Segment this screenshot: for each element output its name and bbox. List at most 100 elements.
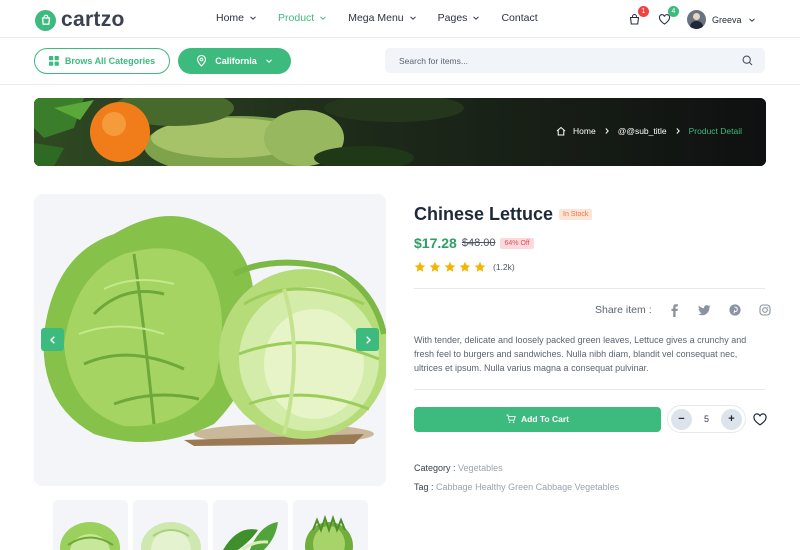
star-icon <box>444 261 456 272</box>
search-icon[interactable] <box>742 55 753 66</box>
nav-label: Contact <box>501 12 538 24</box>
header-actions: 1 4 Greeva <box>625 5 756 29</box>
add-to-wishlist-button[interactable] <box>753 412 767 426</box>
chevron-down-icon <box>265 59 272 63</box>
cart-icon <box>506 414 516 424</box>
nav-label: Pages <box>437 12 468 24</box>
chevron-left-icon <box>49 335 55 344</box>
avatar <box>687 10 706 29</box>
nav-label: Product <box>278 12 315 24</box>
thumbnail-3[interactable] <box>213 500 288 550</box>
divider <box>414 389 765 390</box>
chevron-down-icon <box>320 16 327 20</box>
category-label: Category : <box>414 463 456 473</box>
main-nav: Home Product Mega Menu Pages Contact <box>216 12 559 24</box>
star-icon <box>429 261 441 272</box>
logo[interactable]: cartzo <box>35 8 125 32</box>
chevron-right-icon <box>676 128 680 134</box>
current-price: $17.28 <box>414 235 457 251</box>
breadcrumb-current: Product Detail <box>688 126 742 136</box>
product-description: With tender, delicate and loosely packed… <box>414 335 747 373</box>
rating: (1.2k) <box>414 261 515 273</box>
shopping-bag-icon <box>35 9 56 31</box>
increase-quantity-button[interactable]: + <box>720 408 742 430</box>
chevron-down-icon <box>409 16 416 20</box>
star-icon <box>474 261 486 272</box>
nav-label: Mega Menu <box>348 12 404 24</box>
search-bar <box>385 48 765 73</box>
thumbnail-2[interactable] <box>133 500 208 550</box>
wishlist-button[interactable]: 4 <box>655 5 679 29</box>
heart-icon <box>753 412 767 425</box>
search-input[interactable] <box>399 55 742 66</box>
lettuce-product-image <box>43 216 386 446</box>
breadcrumb: Home @@sub_title Product Detail <box>556 126 742 136</box>
nav-item-home[interactable]: Home <box>216 12 257 24</box>
thumbnail-strip <box>53 500 368 550</box>
twitter-icon[interactable] <box>698 303 712 317</box>
product-image-gallery <box>34 194 386 486</box>
location-label: California <box>215 56 257 66</box>
facebook-icon[interactable] <box>668 303 682 317</box>
quantity-stepper: − 5 + <box>667 405 746 433</box>
cart-count-badge: 1 <box>638 5 649 17</box>
old-price: $48.00 <box>461 237 496 249</box>
home-icon <box>556 126 566 136</box>
product-title: Chinese Lettuce <box>414 204 554 224</box>
product-title-row: Chinese Lettuce In Stock <box>414 204 593 225</box>
user-name: Greeva <box>712 14 742 25</box>
sub-header: Brows All Categories California <box>0 38 800 85</box>
divider <box>414 288 765 289</box>
user-menu[interactable]: Greeva <box>687 10 756 29</box>
page-banner: Home @@sub_title Product Detail <box>34 98 766 166</box>
breadcrumb-home[interactable]: Home <box>573 126 596 136</box>
add-to-cart-label: Add To Cart <box>520 414 569 424</box>
chevron-right-icon <box>365 335 371 344</box>
tag-row: Tag : Cabbage Healthy Green Cabbage Vege… <box>414 482 619 492</box>
purchase-row: Add To Cart − 5 + <box>414 405 767 433</box>
brand-name: cartzo <box>61 8 125 31</box>
discount-badge: 64% Off <box>500 237 534 249</box>
nav-item-pages[interactable]: Pages <box>438 12 481 24</box>
cabbage-thumbnail-image <box>141 522 201 550</box>
chevron-down-icon <box>473 16 480 20</box>
tag-links[interactable]: Cabbage Healthy Green Cabbage Vegetables <box>436 482 619 492</box>
share-label: Share item : <box>595 304 652 316</box>
lettuce-thumbnail-image <box>60 522 120 550</box>
location-pin-icon <box>197 55 207 67</box>
chevron-down-icon <box>748 17 755 22</box>
pinterest-icon[interactable] <box>728 303 742 317</box>
add-to-cart-button[interactable]: Add To Cart <box>414 406 661 432</box>
cart-button[interactable]: 1 <box>625 5 649 29</box>
gallery-prev-button[interactable] <box>41 328 64 351</box>
grid-icon <box>48 56 59 66</box>
share-row: Share item : <box>595 303 788 317</box>
thumbnail-4[interactable] <box>293 500 368 550</box>
chevron-down-icon <box>250 16 256 20</box>
nav-label: Home <box>216 12 245 24</box>
gallery-next-button[interactable] <box>356 328 379 351</box>
leafy-greens-thumbnail-image <box>305 514 353 550</box>
quantity-value[interactable]: 5 <box>704 414 709 424</box>
chevron-right-icon <box>605 128 609 134</box>
stock-badge: In Stock <box>559 209 593 220</box>
tag-label: Tag : <box>414 482 434 492</box>
wishlist-count-badge: 4 <box>668 5 679 17</box>
star-icon <box>414 261 426 272</box>
location-selector[interactable]: California <box>178 48 291 74</box>
browse-categories-label: Brows All Categories <box>64 56 156 66</box>
breadcrumb-subtitle[interactable]: @@sub_title <box>618 126 667 136</box>
price-row: $17.28 $48.00 64% Off <box>414 235 534 251</box>
top-header: cartzo Home Product Mega Menu Pages Cont… <box>0 0 800 38</box>
category-link[interactable]: Vegetables <box>458 463 503 473</box>
review-count: (1.2k) <box>493 262 515 272</box>
instagram-icon[interactable] <box>758 303 772 317</box>
star-icon <box>459 261 471 272</box>
thumbnail-1[interactable] <box>53 500 128 550</box>
browse-categories-button[interactable]: Brows All Categories <box>34 48 170 74</box>
decrease-quantity-button[interactable]: − <box>671 408 692 430</box>
nav-item-contact[interactable]: Contact <box>501 12 537 24</box>
bok-choy-thumbnail-image <box>223 522 278 550</box>
nav-item-mega-menu[interactable]: Mega Menu <box>348 12 416 24</box>
nav-item-product[interactable]: Product <box>278 12 327 24</box>
